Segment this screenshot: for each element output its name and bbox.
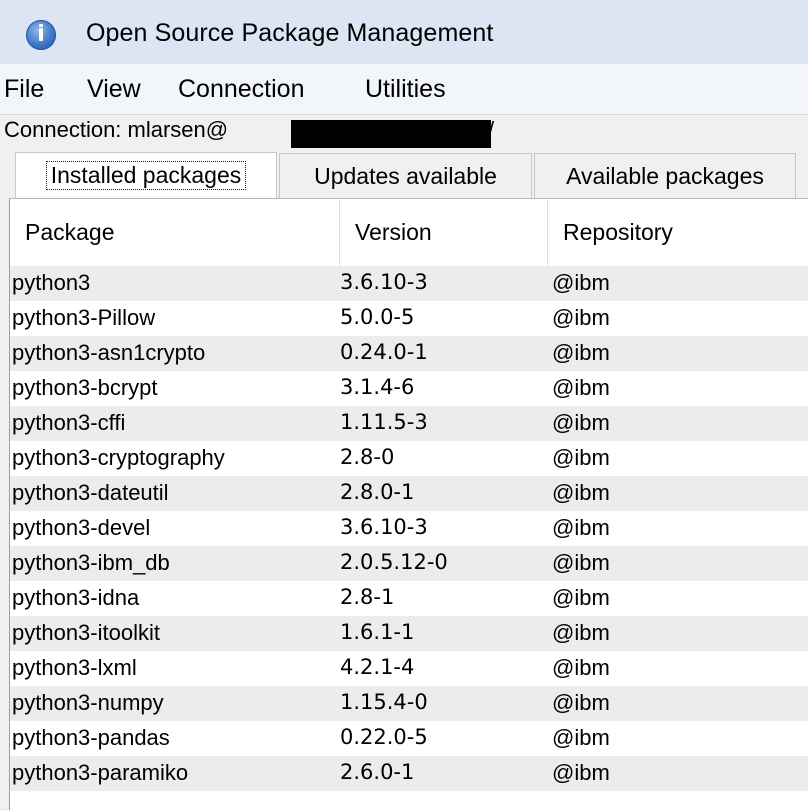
package-name-cell: python3 (12, 270, 91, 295)
table-row[interactable]: python3-cffi 1.11.5-3 @ibm (10, 406, 808, 441)
package-name-cell: python3-cffi (12, 410, 126, 435)
package-name-cell: python3-ibm_db (12, 550, 170, 575)
window-title: Open Source Package Management (86, 19, 494, 47)
repository-cell: @ibm (552, 655, 610, 680)
title-bar: Open Source Package Management (0, 0, 808, 64)
column-header-package-label: Package (25, 219, 115, 245)
package-name-cell: python3-pandas (12, 725, 170, 750)
package-name-cell: python3-idna (12, 585, 140, 610)
column-header-repository-label: Repository (563, 219, 673, 245)
version-cell: 5.0.0-5 (340, 305, 415, 329)
table-row[interactable]: python3-numpy 1.15.4-0 @ibm (10, 686, 808, 721)
version-cell: 0.22.0-5 (340, 725, 428, 749)
repository-cell: @ibm (552, 445, 610, 470)
repository-cell: @ibm (552, 515, 610, 540)
column-header-version-label: Version (355, 219, 432, 245)
repository-cell: @ibm (552, 550, 610, 575)
column-header-package[interactable]: Package (10, 199, 340, 266)
table-row[interactable]: python3-pandas 0.22.0-5 @ibm (10, 721, 808, 756)
table-row[interactable]: python3-idna 2.8-1 @ibm (10, 581, 808, 616)
table-row[interactable]: python3-Pillow 5.0.0-5 @ibm (10, 301, 808, 336)
repository-cell: @ibm (552, 760, 610, 785)
package-name-cell: python3-numpy (12, 690, 164, 715)
table-row[interactable]: python3-bcrypt 3.1.4-6 @ibm (10, 371, 808, 406)
repository-cell: @ibm (552, 375, 610, 400)
version-cell: 3.6.10-3 (340, 270, 428, 294)
package-name-cell: python3-cryptography (12, 445, 225, 470)
table-row[interactable]: python3-paramiko 2.6.0-1 @ibm (10, 756, 808, 791)
column-header-version[interactable]: Version (340, 199, 548, 266)
version-cell: 4.2.1-4 (340, 655, 415, 679)
menu-connection[interactable]: Connection (178, 75, 304, 104)
package-name-cell: python3-paramiko (12, 760, 189, 785)
package-name-cell: python3-dateutil (12, 480, 169, 505)
info-icon (26, 20, 56, 50)
repository-cell: @ibm (552, 340, 610, 365)
repository-cell: @ibm (552, 725, 610, 750)
version-cell: 1.15.4-0 (340, 690, 428, 714)
tab-updates-available[interactable]: Updates available (279, 153, 532, 198)
package-name-cell: python3-itoolkit (12, 620, 160, 645)
version-cell: 0.24.0-1 (340, 340, 428, 364)
menu-view[interactable]: View (87, 75, 141, 104)
menu-utilities[interactable]: Utilities (365, 75, 446, 104)
version-cell: 2.8-1 (340, 585, 395, 609)
table-row[interactable]: python3-dateutil 2.8.0-1 @ibm (10, 476, 808, 511)
repository-cell: @ibm (552, 690, 610, 715)
redacted-host (291, 120, 491, 148)
version-cell: 2.6.0-1 (340, 760, 415, 784)
table-row[interactable]: python3 3.6.10-3 @ibm (10, 266, 808, 301)
repository-cell: @ibm (552, 305, 610, 330)
table-row[interactable]: python3-lxml 4.2.1-4 @ibm (10, 651, 808, 686)
column-header-repository[interactable]: Repository (548, 199, 808, 266)
version-cell: 2.8.0-1 (340, 480, 415, 504)
version-cell: 1.6.1-1 (340, 620, 415, 644)
repository-cell: @ibm (552, 480, 610, 505)
repository-cell: @ibm (552, 410, 610, 435)
version-cell: 3.6.10-3 (340, 515, 428, 539)
package-name-cell: python3-bcrypt (12, 375, 158, 400)
package-name-cell: python3-Pillow (12, 305, 156, 330)
repository-cell: @ibm (552, 270, 610, 295)
repository-cell: @ibm (552, 585, 610, 610)
version-cell: 3.1.4-6 (340, 375, 415, 399)
table-row[interactable]: python3-cryptography 2.8-0 @ibm (10, 441, 808, 476)
menu-file[interactable]: File (4, 75, 44, 104)
connection-label: Connection: mlarsen@ (4, 117, 229, 142)
repository-cell: @ibm (552, 620, 610, 645)
tab-installed-packages[interactable]: Installed packages (15, 152, 277, 198)
tab-updates-label: Updates available (314, 162, 497, 189)
packages-table: Package Version Repository python3 3.6.10… (9, 198, 808, 810)
table-row[interactable]: python3-itoolkit 1.6.1-1 @ibm (10, 616, 808, 651)
table-header: Package Version Repository (10, 199, 808, 266)
tab-available-label: Available packages (566, 162, 764, 189)
version-cell: 2.0.5.12-0 (340, 550, 448, 574)
package-name-cell: python3-devel (12, 515, 151, 540)
table-row[interactable]: python3-devel 3.6.10-3 @ibm (10, 511, 808, 546)
package-name-cell: python3-asn1crypto (12, 340, 206, 365)
package-management-window: Open Source Package Management File View… (0, 0, 808, 810)
tab-installed-label: Installed packages (45, 161, 247, 190)
table-row[interactable]: python3-ibm_db 2.0.5.12-0 @ibm (10, 546, 808, 581)
table-row[interactable]: python3-asn1crypto 0.24.0-1 @ibm (10, 336, 808, 371)
package-name-cell: python3-lxml (12, 655, 137, 680)
version-cell: 2.8-0 (340, 445, 395, 469)
connection-path: / (488, 117, 495, 142)
version-cell: 1.11.5-3 (340, 410, 428, 434)
tab-available-packages[interactable]: Available packages (534, 153, 796, 198)
